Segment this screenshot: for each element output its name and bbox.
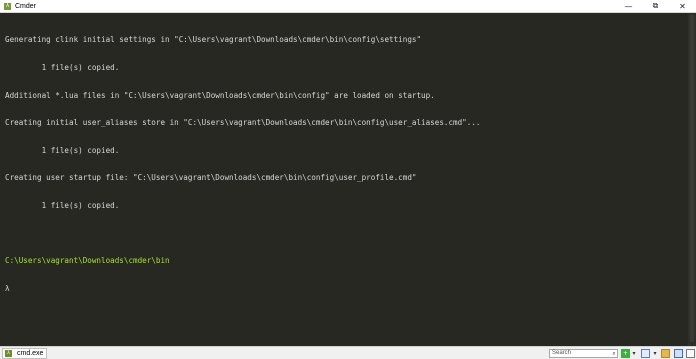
console-line: 1 file(s) copied. <box>5 200 120 210</box>
vertical-scrollbar[interactable] <box>688 13 696 346</box>
tab-cmd-exe[interactable]: λ cmd.exe <box>2 348 47 359</box>
dropdown-icon[interactable]: ▾ <box>652 349 658 358</box>
console-output[interactable]: Generating clink initial settings in "C:… <box>0 13 688 346</box>
status-bar: λ cmd.exe Search ⌕ + ▾ ▾ <box>0 346 696 359</box>
console-line: Creating initial user_aliases store in "… <box>5 118 481 128</box>
tab-label: cmd.exe <box>17 350 44 357</box>
search-input[interactable]: Search <box>549 349 618 358</box>
title-bar: λ Cmder — ⧉ ✕ <box>0 0 696 13</box>
lock-icon[interactable] <box>661 349 670 358</box>
window-mode-icon[interactable] <box>674 349 683 358</box>
console-line: Additional *.lua files in "C:\Users\vagr… <box>5 90 435 100</box>
minimize-button[interactable]: — <box>615 0 642 12</box>
menu-icon[interactable] <box>686 349 695 358</box>
console-line: Creating user startup file: "C:\Users\va… <box>5 173 417 183</box>
layout-icon[interactable] <box>641 349 650 358</box>
new-console-icon[interactable]: + <box>621 349 630 358</box>
cmder-tab-icon: λ <box>5 350 12 357</box>
prompt-path: C:\Users\vagrant\Downloads\cmder\bin <box>5 256 170 266</box>
search-icon[interactable]: ⌕ <box>610 349 618 358</box>
dropdown-icon[interactable]: ▾ <box>631 349 637 358</box>
window-controls: — ⧉ ✕ <box>615 0 696 12</box>
window-title: Cmder <box>15 2 37 10</box>
console-line: 1 file(s) copied. <box>5 63 120 72</box>
close-button[interactable]: ✕ <box>669 0 696 12</box>
restore-button[interactable]: ⧉ <box>642 0 669 12</box>
cmder-logo-icon: λ <box>4 2 11 10</box>
prompt-input[interactable]: λ <box>5 284 688 293</box>
console-line: Generating clink initial settings in "C:… <box>5 35 422 45</box>
scrollbar-thumb[interactable] <box>690 15 694 342</box>
console-line: 1 file(s) copied. <box>5 145 120 155</box>
